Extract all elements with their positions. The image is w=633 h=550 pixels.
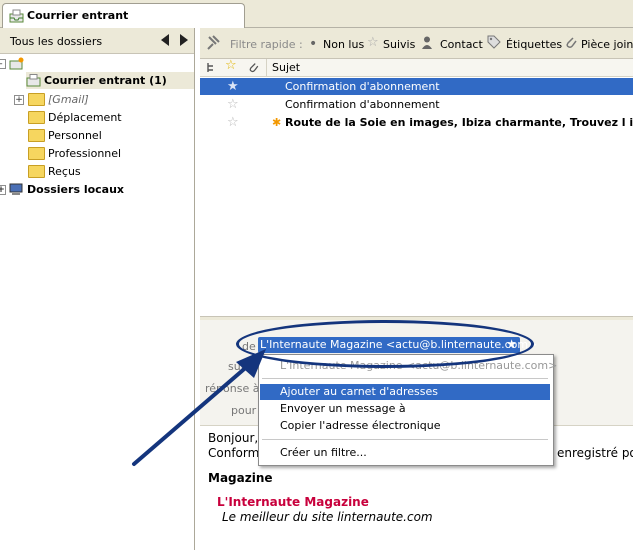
unread-icon: ✱ bbox=[272, 116, 282, 129]
folder-recus[interactable]: Reçus bbox=[28, 163, 81, 180]
attachment-column-icon[interactable] bbox=[248, 61, 259, 73]
menu-item-send-message[interactable]: Envoyer un message à bbox=[260, 401, 550, 417]
to-label: pour bbox=[231, 404, 257, 417]
filter-attachment[interactable]: Pièce jointe bbox=[581, 38, 633, 51]
contact-icon bbox=[422, 36, 432, 49]
folder-label: Déplacement bbox=[48, 111, 122, 124]
folder-label: Personnel bbox=[48, 129, 102, 142]
menu-item-create-filter[interactable]: Créer un filtre... bbox=[260, 445, 550, 461]
folder-label: [Gmail] bbox=[48, 93, 89, 106]
folder-inbox[interactable]: Courrier entrant (1) bbox=[26, 72, 194, 89]
inbox-icon bbox=[9, 9, 24, 23]
folder-icon bbox=[28, 128, 45, 142]
folder-icon bbox=[28, 110, 45, 124]
message-row[interactable]: ★ Confirmation d'abonnement bbox=[200, 78, 633, 95]
pin-icon[interactable] bbox=[206, 35, 220, 51]
quick-filter-bar: Filtre rapide : • Non lus ☆ Suivis Conta… bbox=[200, 28, 633, 59]
body-greeting: Bonjour, bbox=[208, 431, 259, 445]
subject-column-header[interactable]: Sujet bbox=[272, 61, 300, 74]
message-subject: Confirmation d'abonnement bbox=[285, 80, 440, 93]
tab-bar: Courrier entrant bbox=[0, 0, 633, 28]
star-icon[interactable]: ☆ bbox=[227, 114, 239, 131]
message-subject: Confirmation d'abonnement bbox=[285, 98, 440, 111]
body-confirm-end: enregistré pour bbox=[557, 446, 633, 460]
tag-icon bbox=[487, 35, 501, 49]
highlight-ellipse bbox=[236, 320, 534, 368]
quick-filter-label: Filtre rapide : bbox=[230, 38, 303, 51]
star-icon: ☆ bbox=[367, 35, 379, 50]
paperclip-icon bbox=[566, 37, 577, 48]
menu-item-add-to-address-book[interactable]: Ajouter au carnet d'adresses bbox=[260, 384, 550, 400]
expand-icon[interactable]: + bbox=[0, 185, 6, 195]
star-icon[interactable]: ☆ bbox=[227, 96, 239, 113]
folder-pane: Tous les dossiers - Courrier entrant (1)… bbox=[0, 28, 195, 550]
subject-label: sujet bbox=[228, 360, 255, 373]
message-list-header: ☆ Sujet bbox=[200, 58, 633, 77]
sender-context-menu: L'Internaute Magazine <actu@b.linternaut… bbox=[258, 354, 557, 466]
folder-pane-header: Tous les dossiers bbox=[0, 28, 194, 54]
previous-view-icon[interactable] bbox=[161, 34, 169, 46]
message-row[interactable]: ☆ Confirmation d'abonnement bbox=[200, 96, 633, 113]
folder-label: Professionnel bbox=[48, 147, 122, 160]
folder-view-label: Tous les dossiers bbox=[10, 35, 103, 48]
folder-gmail[interactable]: + [Gmail] bbox=[14, 91, 89, 108]
folder-label: Reçus bbox=[48, 165, 81, 178]
tab-label: Courrier entrant bbox=[27, 9, 129, 22]
inbox-icon bbox=[26, 73, 41, 86]
account-icon bbox=[9, 57, 24, 70]
filter-unread[interactable]: Non lus bbox=[323, 38, 364, 51]
menu-separator bbox=[262, 378, 548, 379]
brand-link[interactable]: L'Internaute Magazine bbox=[217, 495, 369, 509]
folder-local[interactable]: + Dossiers locaux bbox=[0, 181, 124, 198]
body-confirm-start: Conform bbox=[208, 446, 260, 460]
folder-icon bbox=[28, 146, 45, 160]
next-view-icon[interactable] bbox=[180, 34, 188, 46]
body-magazine-heading: Magazine bbox=[208, 471, 273, 485]
folder-icon bbox=[28, 92, 45, 106]
star-icon[interactable]: ★ bbox=[227, 78, 239, 95]
expand-icon[interactable]: + bbox=[14, 95, 24, 105]
unread-dot-icon: • bbox=[309, 36, 318, 52]
message-subject: Route de la Soie en images, Ibiza charma… bbox=[285, 116, 633, 129]
collapse-icon[interactable]: - bbox=[0, 59, 6, 69]
menu-item-copy-address[interactable]: Copier l'adresse électronique bbox=[260, 418, 550, 434]
message-row[interactable]: ☆ ✱ Route de la Soie en images, Ibiza ch… bbox=[200, 114, 633, 131]
menu-separator bbox=[262, 439, 548, 440]
filter-tags[interactable]: Étiquettes bbox=[506, 38, 562, 51]
folder-professionnel[interactable]: Professionnel bbox=[28, 145, 121, 162]
reply-to-label: réponse à bbox=[205, 382, 260, 395]
folder-icon bbox=[28, 164, 45, 178]
computer-icon bbox=[9, 183, 23, 195]
thread-column-icon[interactable] bbox=[206, 62, 216, 73]
folder-label: Dossiers locaux bbox=[27, 183, 125, 196]
folder-personnel[interactable]: Personnel bbox=[28, 127, 102, 144]
column-divider bbox=[266, 59, 267, 76]
folder-label: Courrier entrant (1) bbox=[44, 74, 167, 87]
filter-contact[interactable]: Contact bbox=[440, 38, 483, 51]
filter-starred[interactable]: Suivis bbox=[383, 38, 415, 51]
star-column-icon[interactable]: ☆ bbox=[225, 58, 237, 73]
tab-inbox[interactable]: Courrier entrant bbox=[2, 3, 245, 28]
brand-tagline: Le meilleur du site linternaute.com bbox=[222, 510, 433, 524]
folder-deplacement[interactable]: Déplacement bbox=[28, 109, 122, 126]
